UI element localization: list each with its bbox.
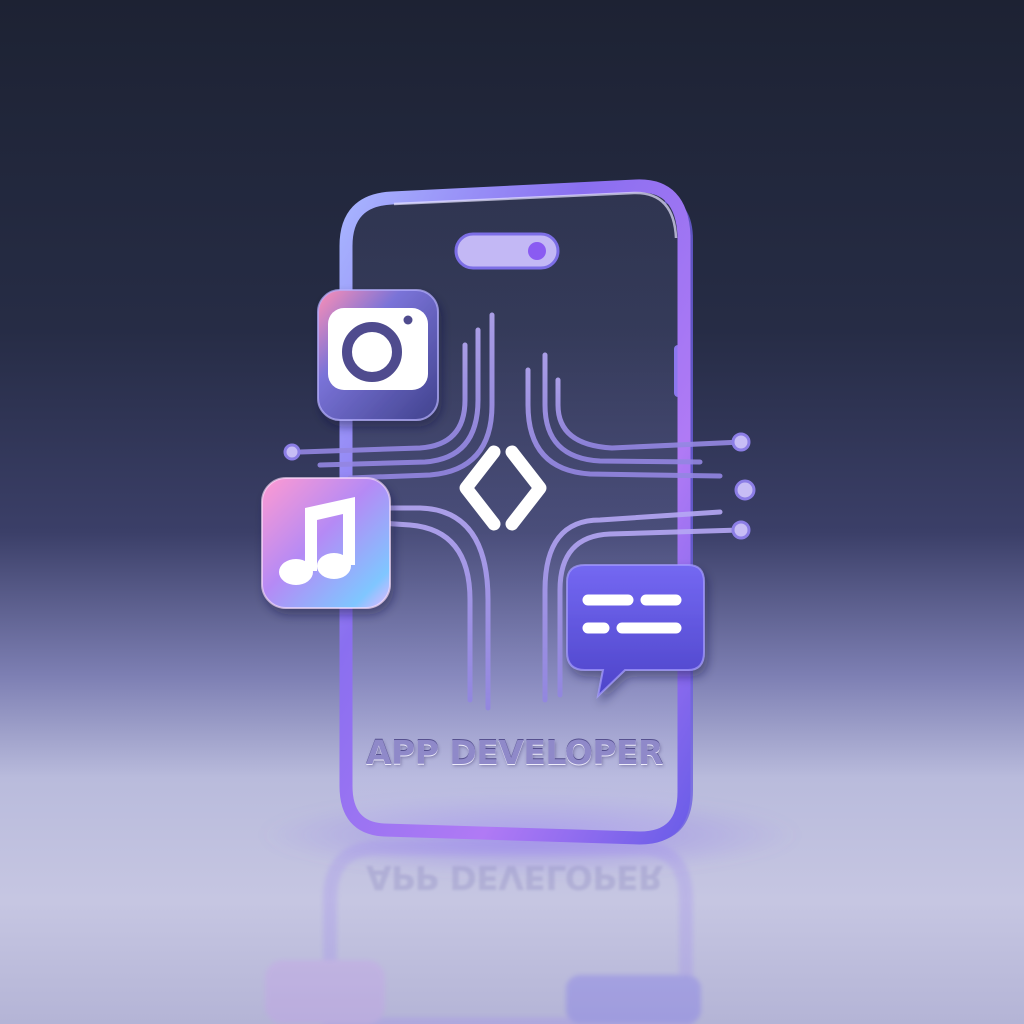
notch-camera-dot	[528, 242, 546, 260]
headline-text: APP DEVELOPER	[366, 733, 663, 772]
headline-reflection: APP DEVELOPER	[366, 858, 663, 897]
scene: APP DEVELOPER APP DEVELOPER	[0, 0, 1024, 1024]
camera-icon	[317, 289, 439, 421]
music-note-icon	[261, 477, 391, 609]
